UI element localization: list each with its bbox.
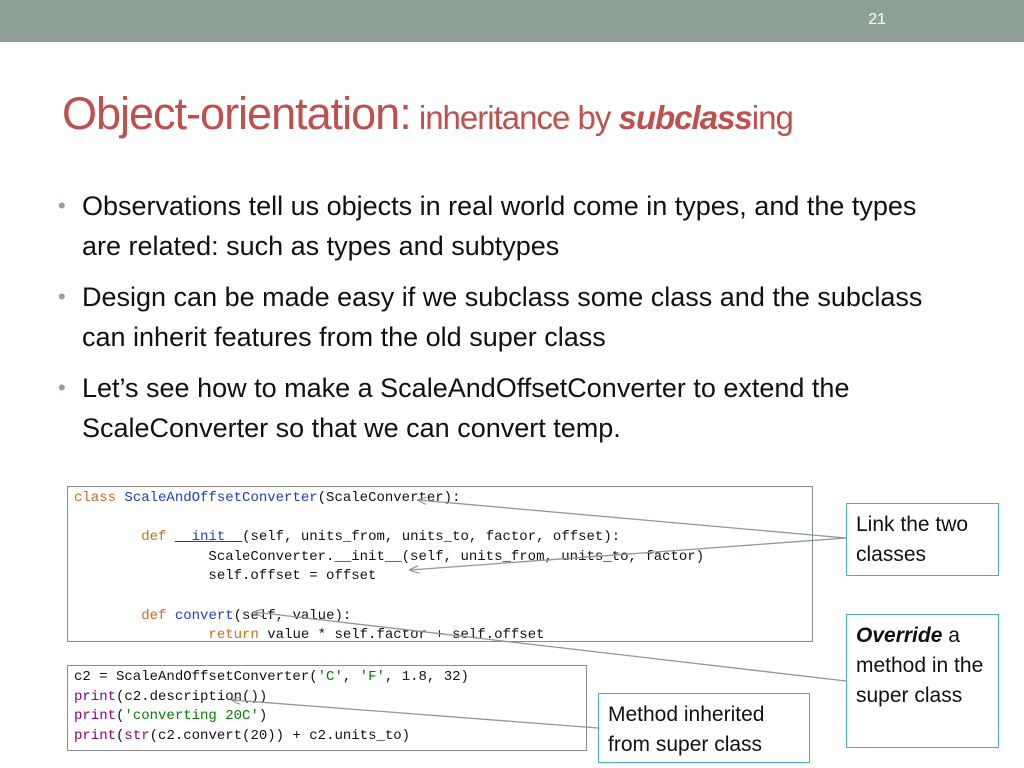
code-class-name: ScaleAndOffsetConverter: [124, 490, 318, 506]
code-keyword: def: [141, 607, 167, 624]
callout-override: Override a method in the super class: [846, 614, 999, 748]
title-sub: inheritance by: [410, 99, 619, 136]
code-text: c2 = ScaleAndOffsetConverter(: [74, 669, 318, 685]
code-text: ScaleConverter.__init__(self, units_from…: [208, 548, 705, 565]
usage-code: c2 = ScaleAndOffsetConverter('C', 'F', 1…: [67, 665, 587, 751]
code-builtin: print: [74, 708, 117, 725]
code-text: (self, value):: [233, 607, 352, 624]
bullet-list: • Observations tell us objects in real wo…: [58, 186, 958, 459]
bullet-text: Design can be made easy if we subclass s…: [82, 282, 923, 352]
code-builtin: print: [74, 688, 117, 705]
code-keyword: def: [141, 529, 167, 546]
bullet-dot-icon: •: [58, 193, 66, 218]
slide-number: 21: [868, 11, 886, 28]
class-definition-code: class ScaleAndOffsetConverter(ScaleConve…: [67, 486, 813, 644]
bullet-item: • Design can be made easy if we subclass …: [58, 277, 958, 357]
callout-emphasis: Override: [856, 624, 943, 647]
code-text: (ScaleConverter):: [317, 490, 461, 506]
code-keyword: class: [74, 490, 117, 506]
title-emphasis: subclass: [618, 99, 753, 136]
code-text: value * self.factor + self.offset: [258, 627, 545, 644]
title-main: Object-orientation:: [62, 88, 412, 139]
code-function-name: convert: [174, 607, 234, 624]
callout-text: Method inherited from super class: [608, 703, 765, 756]
code-text: ,: [342, 669, 360, 685]
bullet-text: Observations tell us objects in real wor…: [82, 191, 917, 261]
callout-link-classes: Link the two classes: [846, 503, 999, 576]
callout-text: Link the two classes: [856, 513, 969, 566]
bullet-dot-icon: •: [58, 375, 66, 400]
bullet-item: • Let’s see how to make a ScaleAndOffsetC…: [58, 368, 958, 448]
code-text: (c2.description()): [116, 688, 268, 705]
code-keyword: return: [208, 627, 259, 644]
slide-title: Object-orientation: inheritance by subcl…: [62, 88, 794, 140]
code-string: 'F': [359, 669, 385, 685]
code-builtin: str: [124, 727, 150, 744]
callout-inherited-method: Method inherited from super class: [598, 693, 810, 763]
code-text: self.offset = offset: [208, 568, 377, 585]
code-string: 'C': [317, 669, 343, 685]
bullet-dot-icon: •: [58, 284, 66, 309]
code-text: , 1.8, 32): [384, 669, 469, 685]
code-text: (self, units_from, units_to, factor, off…: [242, 529, 621, 546]
code-builtin: print: [74, 727, 117, 744]
slide-top-bar: 21: [0, 0, 1024, 42]
code-text: ): [258, 708, 268, 725]
code-string: 'converting 20C': [124, 708, 259, 725]
title-suffix: ing: [751, 99, 794, 136]
code-text: (c2.convert(20)) + c2.units_to): [149, 727, 411, 744]
code-function-name: __init__: [174, 529, 243, 546]
bullet-item: • Observations tell us objects in real wo…: [58, 186, 958, 266]
bullet-text: Let’s see how to make a ScaleAndOffsetCo…: [82, 373, 850, 443]
